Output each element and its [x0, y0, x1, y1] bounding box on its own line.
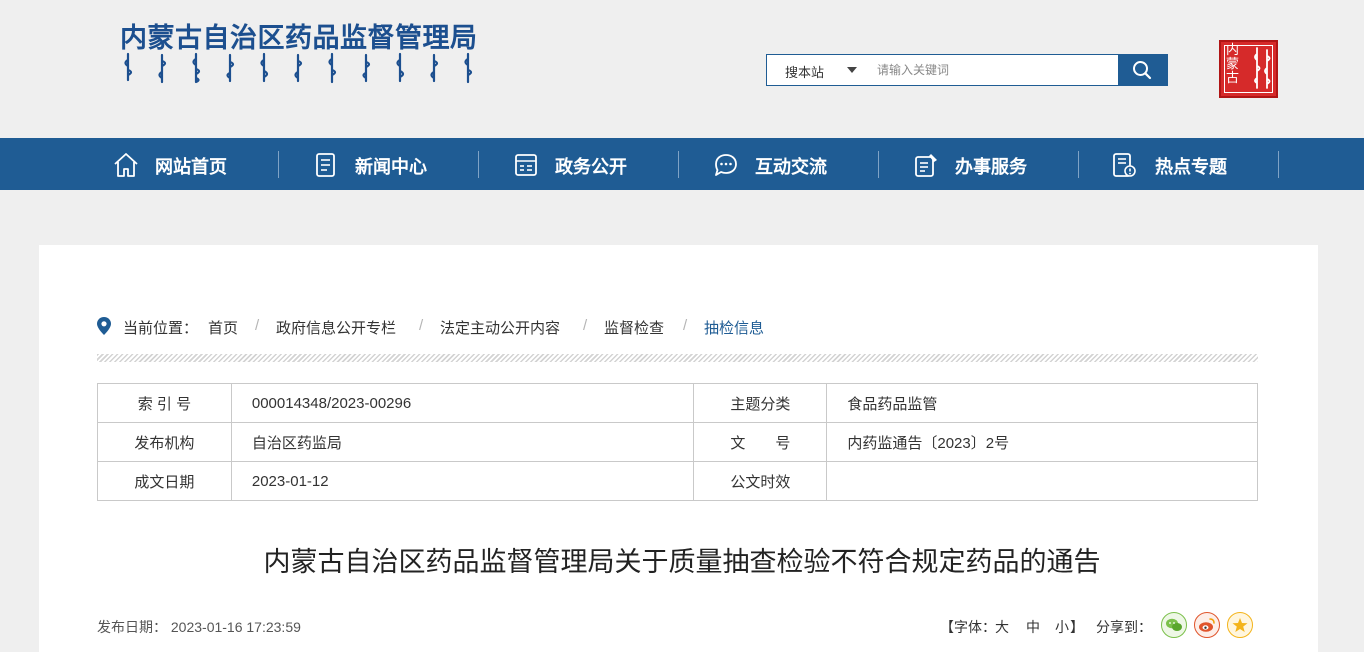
breadcrumb-item-home[interactable]: 首页 [208, 317, 238, 338]
share-favorite-button[interactable] [1227, 612, 1253, 638]
breadcrumb-item-gov-info[interactable]: 政府信息公开专栏 [276, 317, 396, 338]
weibo-icon [1199, 618, 1215, 632]
meta-value-doc-number: 内药监通告〔2023〕2号 [826, 422, 1258, 462]
news-icon [316, 153, 335, 177]
breadcrumb-item-supervision[interactable]: 监督检查 [604, 317, 664, 338]
hot-topic-icon [1113, 153, 1136, 177]
nav-item-hot-topics[interactable]: 热点专题 [1110, 138, 1310, 190]
meta-key-category: 主题分类 [693, 383, 828, 423]
nav-item-service[interactable]: 办事服务 [910, 138, 1110, 190]
meta-value-index: 000014348/2023-00296 [230, 383, 695, 423]
seal-text: 内蒙古 [1226, 43, 1240, 86]
document-meta-table: 索 引 号 000014348/2023-00296 主题分类 食品药品监管 发… [97, 383, 1258, 501]
search-scope-select[interactable]: 搜本站 [767, 55, 867, 85]
meta-value-written-date: 2023-01-12 [230, 461, 695, 501]
service-icon [915, 154, 937, 177]
nav-divider [1278, 151, 1279, 178]
table-row: 索 引 号 000014348/2023-00296 主题分类 食品药品监管 [97, 383, 1258, 423]
font-size-medium[interactable]: 中 [1026, 617, 1040, 637]
nav-divider [1078, 151, 1079, 178]
search-bar: 搜本站 [766, 54, 1168, 86]
breadcrumb-item-statutory[interactable]: 法定主动公开内容 [440, 317, 560, 338]
search-button[interactable] [1118, 54, 1167, 86]
home-icon [114, 153, 138, 177]
table-row: 成文日期 2023-01-12 公文时效 [97, 461, 1258, 501]
nav-item-label: 政务公开 [555, 157, 627, 177]
font-size-open: 【字体： [940, 619, 996, 635]
meta-key-written-date: 成文日期 [97, 461, 232, 501]
favorite-icon [1232, 618, 1248, 632]
search-icon [1133, 61, 1152, 80]
hatched-divider [97, 354, 1258, 362]
nav-divider [678, 151, 679, 178]
main-nav: 网站首页 新闻中心 政务公开 互动交流 办事服务 热点专题 [0, 138, 1364, 190]
nav-item-government[interactable]: 政务公开 [510, 138, 710, 190]
meta-key-validity: 公文时效 [693, 461, 828, 501]
meta-value-category: 食品药品监管 [826, 383, 1258, 423]
breadcrumb-separator: / [255, 317, 260, 334]
nav-divider [278, 151, 279, 178]
location-pin-icon [97, 317, 111, 335]
inner-mongolia-seal: 内蒙古 [1219, 40, 1278, 98]
wechat-icon [1166, 618, 1182, 631]
search-scope-label: 搜本站 [785, 65, 825, 80]
nav-item-home[interactable]: 网站首页 [110, 138, 310, 190]
nav-divider [878, 151, 879, 178]
site-header: 内蒙古自治区药品监督管理局 搜本站 请输入关键词 内蒙古 [0, 0, 1364, 138]
meta-key-index: 索 引 号 [97, 383, 232, 423]
nav-item-news[interactable]: 新闻中心 [310, 138, 510, 190]
share-label: 分享到： [1096, 619, 1152, 635]
nav-item-label: 网站首页 [155, 157, 227, 177]
font-size-small[interactable]: 小 [1055, 617, 1069, 637]
breadcrumb-separator: / [419, 317, 424, 334]
breadcrumb-separator: / [583, 317, 588, 334]
breadcrumb-separator: / [683, 317, 688, 334]
publish-date-label: 发布日期： [97, 619, 167, 635]
nav-divider [478, 151, 479, 178]
government-icon [515, 154, 537, 176]
chevron-down-icon [847, 67, 857, 73]
breadcrumb-item-sampling[interactable]: 抽检信息 [704, 317, 764, 338]
nav-item-interaction[interactable]: 互动交流 [710, 138, 910, 190]
meta-key-publisher: 发布机构 [97, 422, 232, 462]
search-input[interactable] [867, 55, 1119, 85]
site-title[interactable]: 内蒙古自治区药品监督管理局 [120, 16, 478, 55]
nav-item-label: 互动交流 [755, 157, 827, 177]
table-row: 发布机构 自治区药监局 文 号 内药监通告〔2023〕2号 [97, 422, 1258, 462]
meta-value-validity [826, 461, 1258, 501]
meta-key-doc-number: 文 号 [693, 422, 828, 462]
article-title: 内蒙古自治区药品监督管理局关于质量抽查检验不符合规定药品的通告 [263, 547, 1101, 577]
chat-icon [715, 154, 737, 176]
share-wechat-button[interactable] [1161, 612, 1187, 638]
publish-date-value: 2023-01-16 17:23:59 [170, 619, 301, 635]
share-weibo-button[interactable] [1194, 612, 1220, 638]
nav-item-label: 热点专题 [1155, 157, 1227, 177]
publish-date: 发布日期： 2023-01-16 17:23:59 [97, 617, 301, 637]
seal-mongolian-script [1254, 47, 1271, 89]
mongolian-script-logo [124, 52, 473, 84]
breadcrumb-prefix: 当前位置： [123, 320, 199, 337]
font-size-close: 】 [1070, 619, 1084, 635]
nav-item-label: 办事服务 [955, 157, 1027, 177]
nav-item-label: 新闻中心 [355, 157, 427, 177]
font-size-large[interactable]: 大 [995, 617, 1009, 637]
meta-value-publisher: 自治区药监局 [230, 422, 695, 462]
